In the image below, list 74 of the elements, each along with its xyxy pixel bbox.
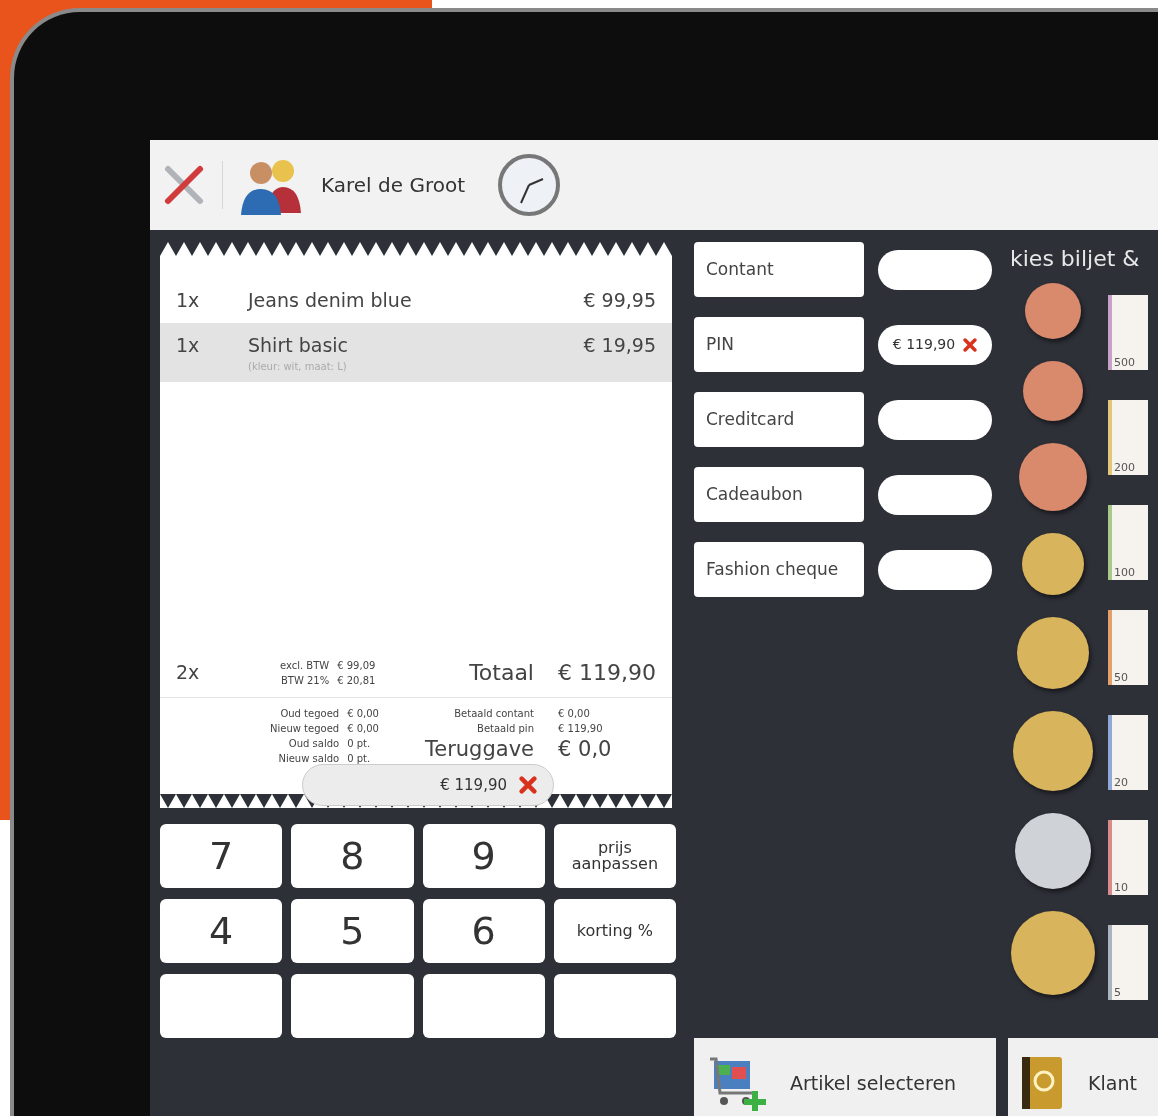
payment-method-button[interactable]: Creditcard: [694, 392, 864, 447]
banknote-value: 5: [1114, 987, 1121, 998]
paid-label: Betaald contant: [454, 707, 534, 721]
total-label: Totaal: [469, 659, 534, 687]
payment-method-button[interactable]: PIN: [694, 317, 864, 372]
payment-amount-field[interactable]: [878, 399, 992, 440]
balance-label: Nieuw tegoed: [270, 722, 340, 736]
remove-icon[interactable]: [519, 776, 537, 794]
function-key[interactable]: korting %: [553, 899, 676, 963]
balance-value: € 0,00: [347, 722, 380, 736]
quantity: 1x: [176, 288, 201, 313]
item-description: Shirt basic: [248, 332, 349, 358]
digit-key[interactable]: 7: [160, 824, 283, 888]
tax-label: BTW 21%: [280, 673, 330, 688]
tax-value: € 20,81: [337, 673, 377, 688]
payment-method-button[interactable]: Fashion cheque: [694, 542, 864, 597]
coin-icon[interactable]: [1022, 533, 1084, 595]
banknote-value: 50: [1114, 672, 1128, 683]
banknote[interactable]: 20: [1108, 715, 1148, 790]
paid-value: € 119,90: [558, 722, 604, 736]
tax-label: excl. BTW: [280, 658, 330, 673]
payment-method-button[interactable]: Contant: [694, 242, 864, 297]
banknote-value: 200: [1114, 462, 1135, 473]
banknote-value: 10: [1114, 882, 1128, 893]
clock-icon[interactable]: [497, 153, 561, 217]
banknote[interactable]: 100: [1108, 505, 1148, 580]
remove-icon[interactable]: [963, 337, 978, 352]
item-price: € 99,95: [583, 288, 656, 313]
payment-amount-field[interactable]: € 119,90: [878, 324, 992, 365]
tax-value: € 99,09: [337, 658, 377, 673]
banknote[interactable]: 200: [1108, 400, 1148, 475]
paid-label: Betaald pin: [477, 722, 534, 736]
banknote[interactable]: 500: [1108, 295, 1148, 370]
balance-value: 0 pt.: [347, 752, 372, 766]
banknote[interactable]: 10: [1108, 820, 1148, 895]
item-price: € 19,95: [583, 332, 656, 358]
balance-label: Oud saldo: [288, 737, 340, 751]
quantity: 1x: [176, 332, 201, 358]
action-button[interactable]: Klant: [1008, 1038, 1158, 1116]
banknote-value: 100: [1114, 567, 1135, 578]
coin-icon[interactable]: [1025, 283, 1081, 339]
coin-icon[interactable]: [1019, 443, 1087, 511]
balance-label: Nieuw saldo: [278, 752, 340, 766]
paid-amount-pill[interactable]: € 119,90: [302, 764, 554, 806]
payment-method-button[interactable]: Cadeaubon: [694, 467, 864, 522]
banknote[interactable]: 50: [1108, 610, 1148, 685]
digit-key[interactable]: 5: [291, 899, 414, 963]
digit-key[interactable]: 4: [160, 899, 283, 963]
total-quantity: 2x: [176, 660, 201, 686]
digit-key[interactable]: 8: [291, 824, 414, 888]
balance-value: 0 pt.: [347, 737, 372, 751]
banknote-value: 500: [1114, 357, 1135, 368]
address-book-icon: [1020, 1055, 1064, 1111]
payment-amount: € 119,90: [892, 335, 956, 354]
change-label: Teruggave: [425, 736, 534, 763]
digit-key[interactable]: 9: [422, 824, 545, 888]
payment-amount-field[interactable]: [878, 474, 992, 515]
balance-value: € 0,00: [347, 707, 380, 721]
item-description: Jeans denim blue: [248, 288, 413, 313]
change-value: € 0,0: [558, 736, 613, 763]
coin-icon[interactable]: [1023, 361, 1083, 421]
banknote-value: 20: [1114, 777, 1128, 788]
paid-amount: € 119,90: [440, 774, 507, 796]
banknote[interactable]: 5: [1108, 925, 1148, 1000]
user-name: Karel de Groot: [321, 172, 465, 199]
paid-value: € 0,00: [558, 707, 591, 721]
digit-key[interactable]: 6: [422, 899, 545, 963]
payment-amount-field[interactable]: [878, 549, 992, 590]
balance-label: Oud tegoed: [280, 707, 340, 721]
action-button[interactable]: Artikel selecteren: [694, 1038, 996, 1116]
function-key[interactable]: prijs aanpassen: [553, 824, 676, 888]
payment-amount-field[interactable]: [878, 249, 992, 290]
total-value: € 119,90: [558, 659, 656, 687]
denominations-title: kies biljet &: [1010, 245, 1141, 273]
